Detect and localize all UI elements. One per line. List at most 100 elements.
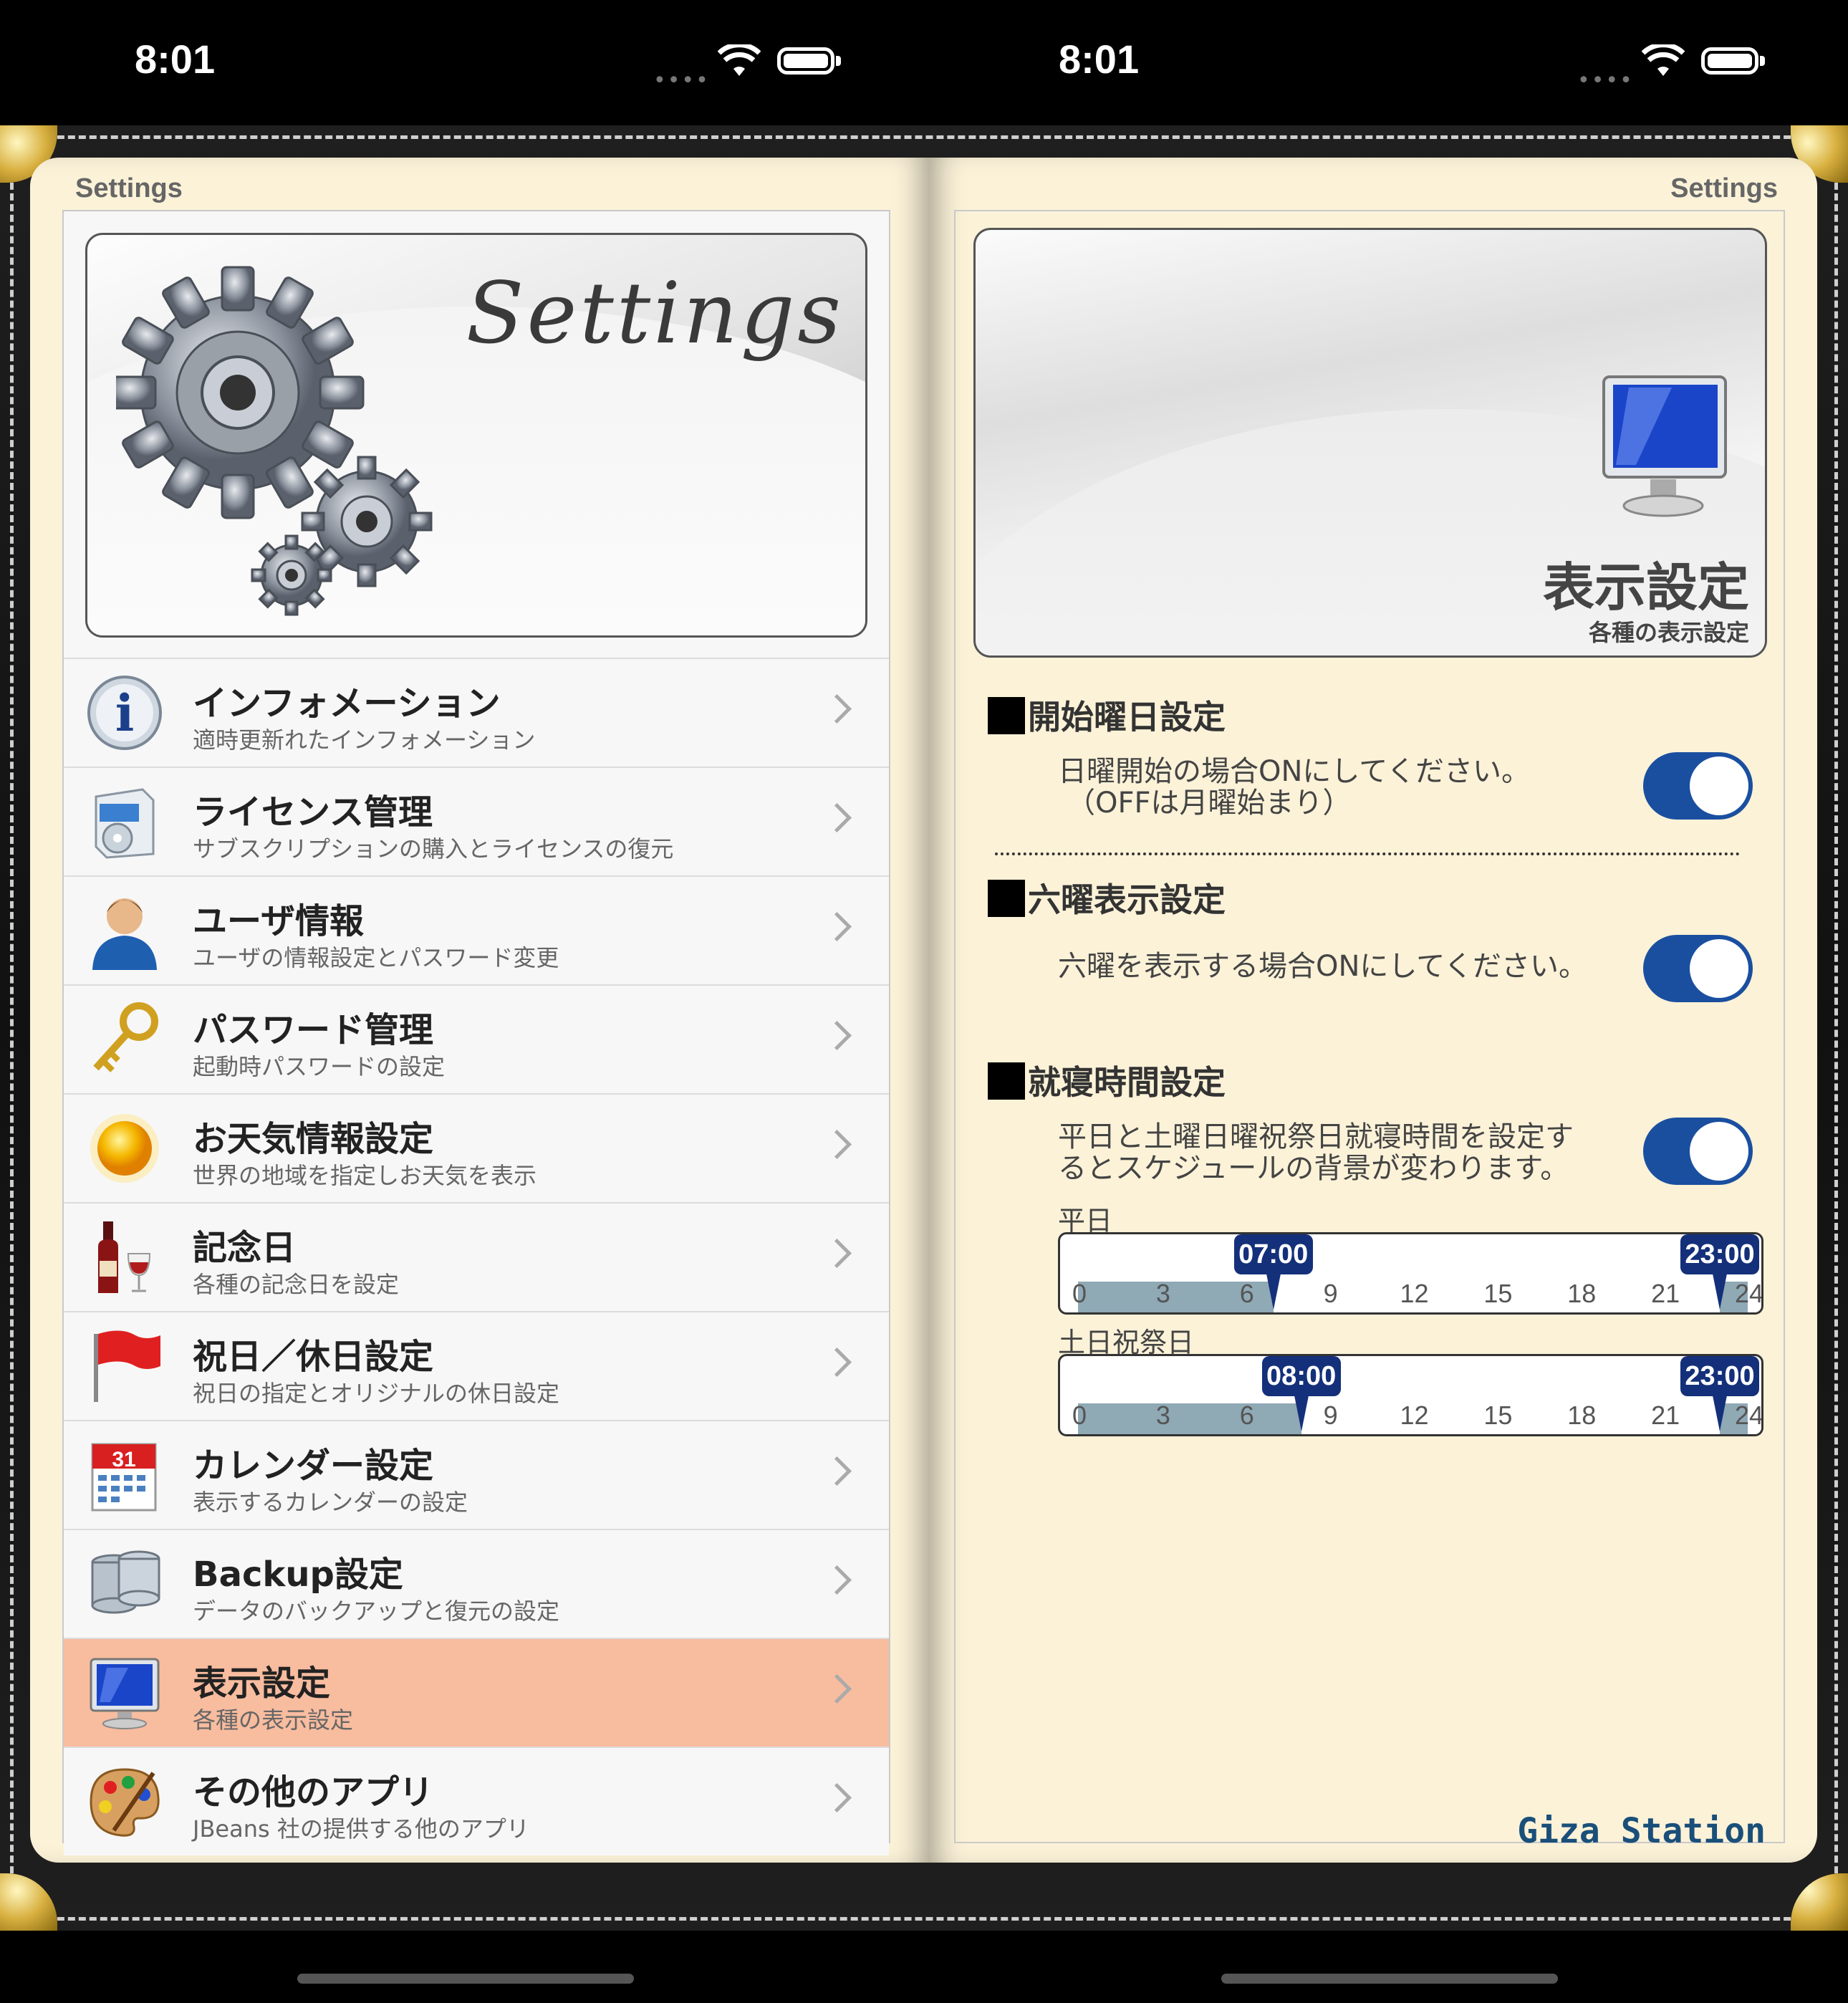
hour-tick-label: 12 bbox=[1400, 1401, 1429, 1430]
status-bar: 8:01 •••• 8:01 •••• bbox=[0, 0, 1848, 125]
list-item-title: ライセンス管理 bbox=[193, 792, 433, 832]
left-page: Settings Settings i インフォメーション 適時更新れたインフォ… bbox=[30, 158, 929, 1863]
hour-tick-label: 24 bbox=[1735, 1279, 1763, 1308]
svg-text:i: i bbox=[115, 683, 135, 743]
monitor-icon bbox=[1602, 375, 1727, 517]
description-line-1: 日曜開始の場合ONにしてください。 bbox=[1058, 755, 1531, 788]
chevron-right-icon bbox=[822, 1565, 852, 1595]
sleep-range-morning bbox=[1078, 1403, 1301, 1434]
user-icon bbox=[92, 898, 157, 970]
list-item-license[interactable]: ライセンス管理 サブスクリプションの購入とライセンスの復元 bbox=[64, 767, 889, 875]
database-icon bbox=[91, 1550, 160, 1614]
weekday-bedtime-slider[interactable]: 0 3 6 9 12 15 18 21 24 07:00 23:00 bbox=[1058, 1232, 1763, 1315]
hour-tick-label: 6 bbox=[1239, 1279, 1254, 1308]
hour-tick-label: 12 bbox=[1400, 1279, 1429, 1308]
right-page-header: Settings bbox=[1670, 173, 1778, 203]
list-item-title: パスワード管理 bbox=[193, 1010, 434, 1050]
right-page: Settings 表示設定 各種の表示設定 開始曜日設定 日曜開始の場合ONにし… bbox=[929, 158, 1817, 1863]
list-item-title: お天気情報設定 bbox=[193, 1119, 434, 1159]
wifi-icon-left bbox=[718, 44, 761, 76]
corner-bottom-right bbox=[1791, 1873, 1848, 1931]
rokuyo-toggle[interactable] bbox=[1643, 935, 1753, 1002]
list-item-weather[interactable]: お天気情報設定 世界の地域を指定しお天気を表示 bbox=[64, 1093, 889, 1202]
battery-tip-right bbox=[1760, 56, 1765, 66]
list-item-user-info[interactable]: ユーザ情報 ユーザの情報設定とパスワード変更 bbox=[64, 875, 889, 984]
corner-bottom-left bbox=[0, 1873, 57, 1931]
list-item-subtitle: 表示するカレンダーの設定 bbox=[193, 1489, 468, 1516]
description-line-1: 平日と土曜日曜祝祭日就寝時間を設定す bbox=[1058, 1120, 1574, 1153]
bullet-square-icon bbox=[988, 697, 1025, 734]
list-item-title: カレンダー設定 bbox=[193, 1446, 434, 1486]
bedtime-section-title: 就寝時間設定 bbox=[988, 1057, 1226, 1104]
chevron-right-icon bbox=[822, 693, 852, 724]
stitching-bottom bbox=[14, 1917, 1834, 1921]
software-box-icon bbox=[95, 788, 155, 859]
hour-tick-label: 21 bbox=[1651, 1279, 1680, 1308]
chevron-right-icon bbox=[822, 1347, 852, 1378]
section-title-text: 六曜表示設定 bbox=[1028, 880, 1226, 919]
banner-title: Settings bbox=[466, 264, 844, 362]
handle-pointer bbox=[1713, 1396, 1728, 1431]
section-divider bbox=[995, 852, 1740, 855]
list-item-display-settings[interactable]: 表示設定 各種の表示設定 bbox=[64, 1638, 889, 1747]
list-item-calendar[interactable]: 31 カレンダー設定 表示するカレンダーの設定 bbox=[64, 1420, 889, 1529]
wine-icon bbox=[98, 1221, 151, 1293]
list-item-holiday[interactable]: 祝日／休日設定 祝日の指定とオリジナルの休日設定 bbox=[64, 1311, 889, 1420]
list-item-other-apps[interactable]: その他のアプリ JBeans 社の提供する他のアプリ bbox=[64, 1747, 889, 1855]
cellular-icon-left: •••• bbox=[653, 68, 710, 93]
hour-tick-label: 15 bbox=[1483, 1401, 1513, 1430]
list-item-anniversary[interactable]: 記念日 各種の記念日を設定 bbox=[64, 1202, 889, 1311]
banner-title: 表示設定 bbox=[1542, 557, 1749, 618]
display-settings-banner: 表示設定 各種の表示設定 bbox=[973, 228, 1767, 658]
hour-tick-label: 9 bbox=[1323, 1279, 1338, 1308]
list-item-title: 記念日 bbox=[193, 1228, 297, 1268]
left-page-header: Settings bbox=[75, 173, 183, 203]
list-item-title: 祝日／休日設定 bbox=[193, 1337, 434, 1377]
stitching-right bbox=[1834, 140, 1838, 1916]
chevron-right-icon bbox=[822, 1020, 852, 1051]
gears-icon bbox=[116, 266, 433, 616]
wake-time-handle[interactable]: 07:00 bbox=[1233, 1234, 1313, 1274]
list-item-password[interactable]: パスワード管理 起動時パスワードの設定 bbox=[64, 984, 889, 1093]
description-line-2: るとスケジュールの背景が変わります。 bbox=[1058, 1152, 1569, 1185]
holiday-bedtime-slider[interactable]: 0 3 6 9 12 15 18 21 24 08:00 23:00 bbox=[1058, 1354, 1763, 1436]
bedtime-toggle[interactable] bbox=[1643, 1118, 1753, 1185]
list-item-title: Backup設定 bbox=[193, 1555, 403, 1595]
section-title-text: 開始曜日設定 bbox=[1028, 698, 1226, 736]
list-item-backup[interactable]: Backup設定 データのバックアップと復元の設定 bbox=[64, 1529, 889, 1638]
wake-time-handle[interactable]: 08:00 bbox=[1261, 1356, 1341, 1396]
chevron-right-icon bbox=[822, 1673, 852, 1704]
hour-tick-label: 24 bbox=[1735, 1401, 1763, 1430]
monitor-icon bbox=[90, 1658, 160, 1729]
battery-tip-left bbox=[836, 56, 841, 66]
list-item-subtitle: 世界の地域を指定しお天気を表示 bbox=[193, 1162, 537, 1189]
list-item-subtitle: 各種の表示設定 bbox=[193, 1706, 354, 1734]
list-item-information[interactable]: i インフォメーション 適時更新れたインフォメーション bbox=[64, 658, 889, 767]
list-item-subtitle: 各種の記念日を設定 bbox=[193, 1271, 400, 1298]
palette-icon bbox=[90, 1768, 160, 1837]
battery-icon-left bbox=[777, 47, 834, 75]
sun-icon bbox=[90, 1114, 159, 1183]
description-line-2: （OFFは月曜始まり） bbox=[1067, 787, 1352, 820]
start-day-toggle[interactable] bbox=[1643, 752, 1753, 820]
hour-tick-label: 3 bbox=[1155, 1401, 1170, 1430]
handle-pointer bbox=[1266, 1274, 1281, 1310]
hour-tick-label: 6 bbox=[1239, 1401, 1254, 1430]
bullet-square-icon bbox=[988, 880, 1025, 917]
status-time-right: 8:01 bbox=[1059, 37, 1140, 82]
chevron-right-icon bbox=[822, 1129, 852, 1160]
hour-tick-label: 18 bbox=[1567, 1279, 1597, 1308]
home-indicator-right bbox=[1221, 1974, 1558, 1984]
sleep-time-handle[interactable]: 23:00 bbox=[1680, 1234, 1760, 1274]
hour-tick-label: 9 bbox=[1323, 1401, 1338, 1430]
svg-text:31: 31 bbox=[112, 1448, 135, 1471]
hour-tick-label: 0 bbox=[1072, 1401, 1087, 1430]
start-day-description: 日曜開始の場合ONにしてください。 （OFFは月曜始まり） bbox=[1058, 756, 1530, 819]
calendar-icon: 31 bbox=[91, 1443, 157, 1512]
settings-banner: Settings bbox=[85, 233, 867, 638]
bullet-square-icon bbox=[988, 1062, 1025, 1100]
list-item-subtitle: 起動時パスワードの設定 bbox=[193, 1053, 446, 1080]
list-item-subtitle: サブスクリプションの購入とライセンスの復元 bbox=[193, 835, 674, 863]
sleep-time-handle[interactable]: 23:00 bbox=[1680, 1356, 1760, 1396]
key-icon bbox=[93, 1002, 158, 1072]
